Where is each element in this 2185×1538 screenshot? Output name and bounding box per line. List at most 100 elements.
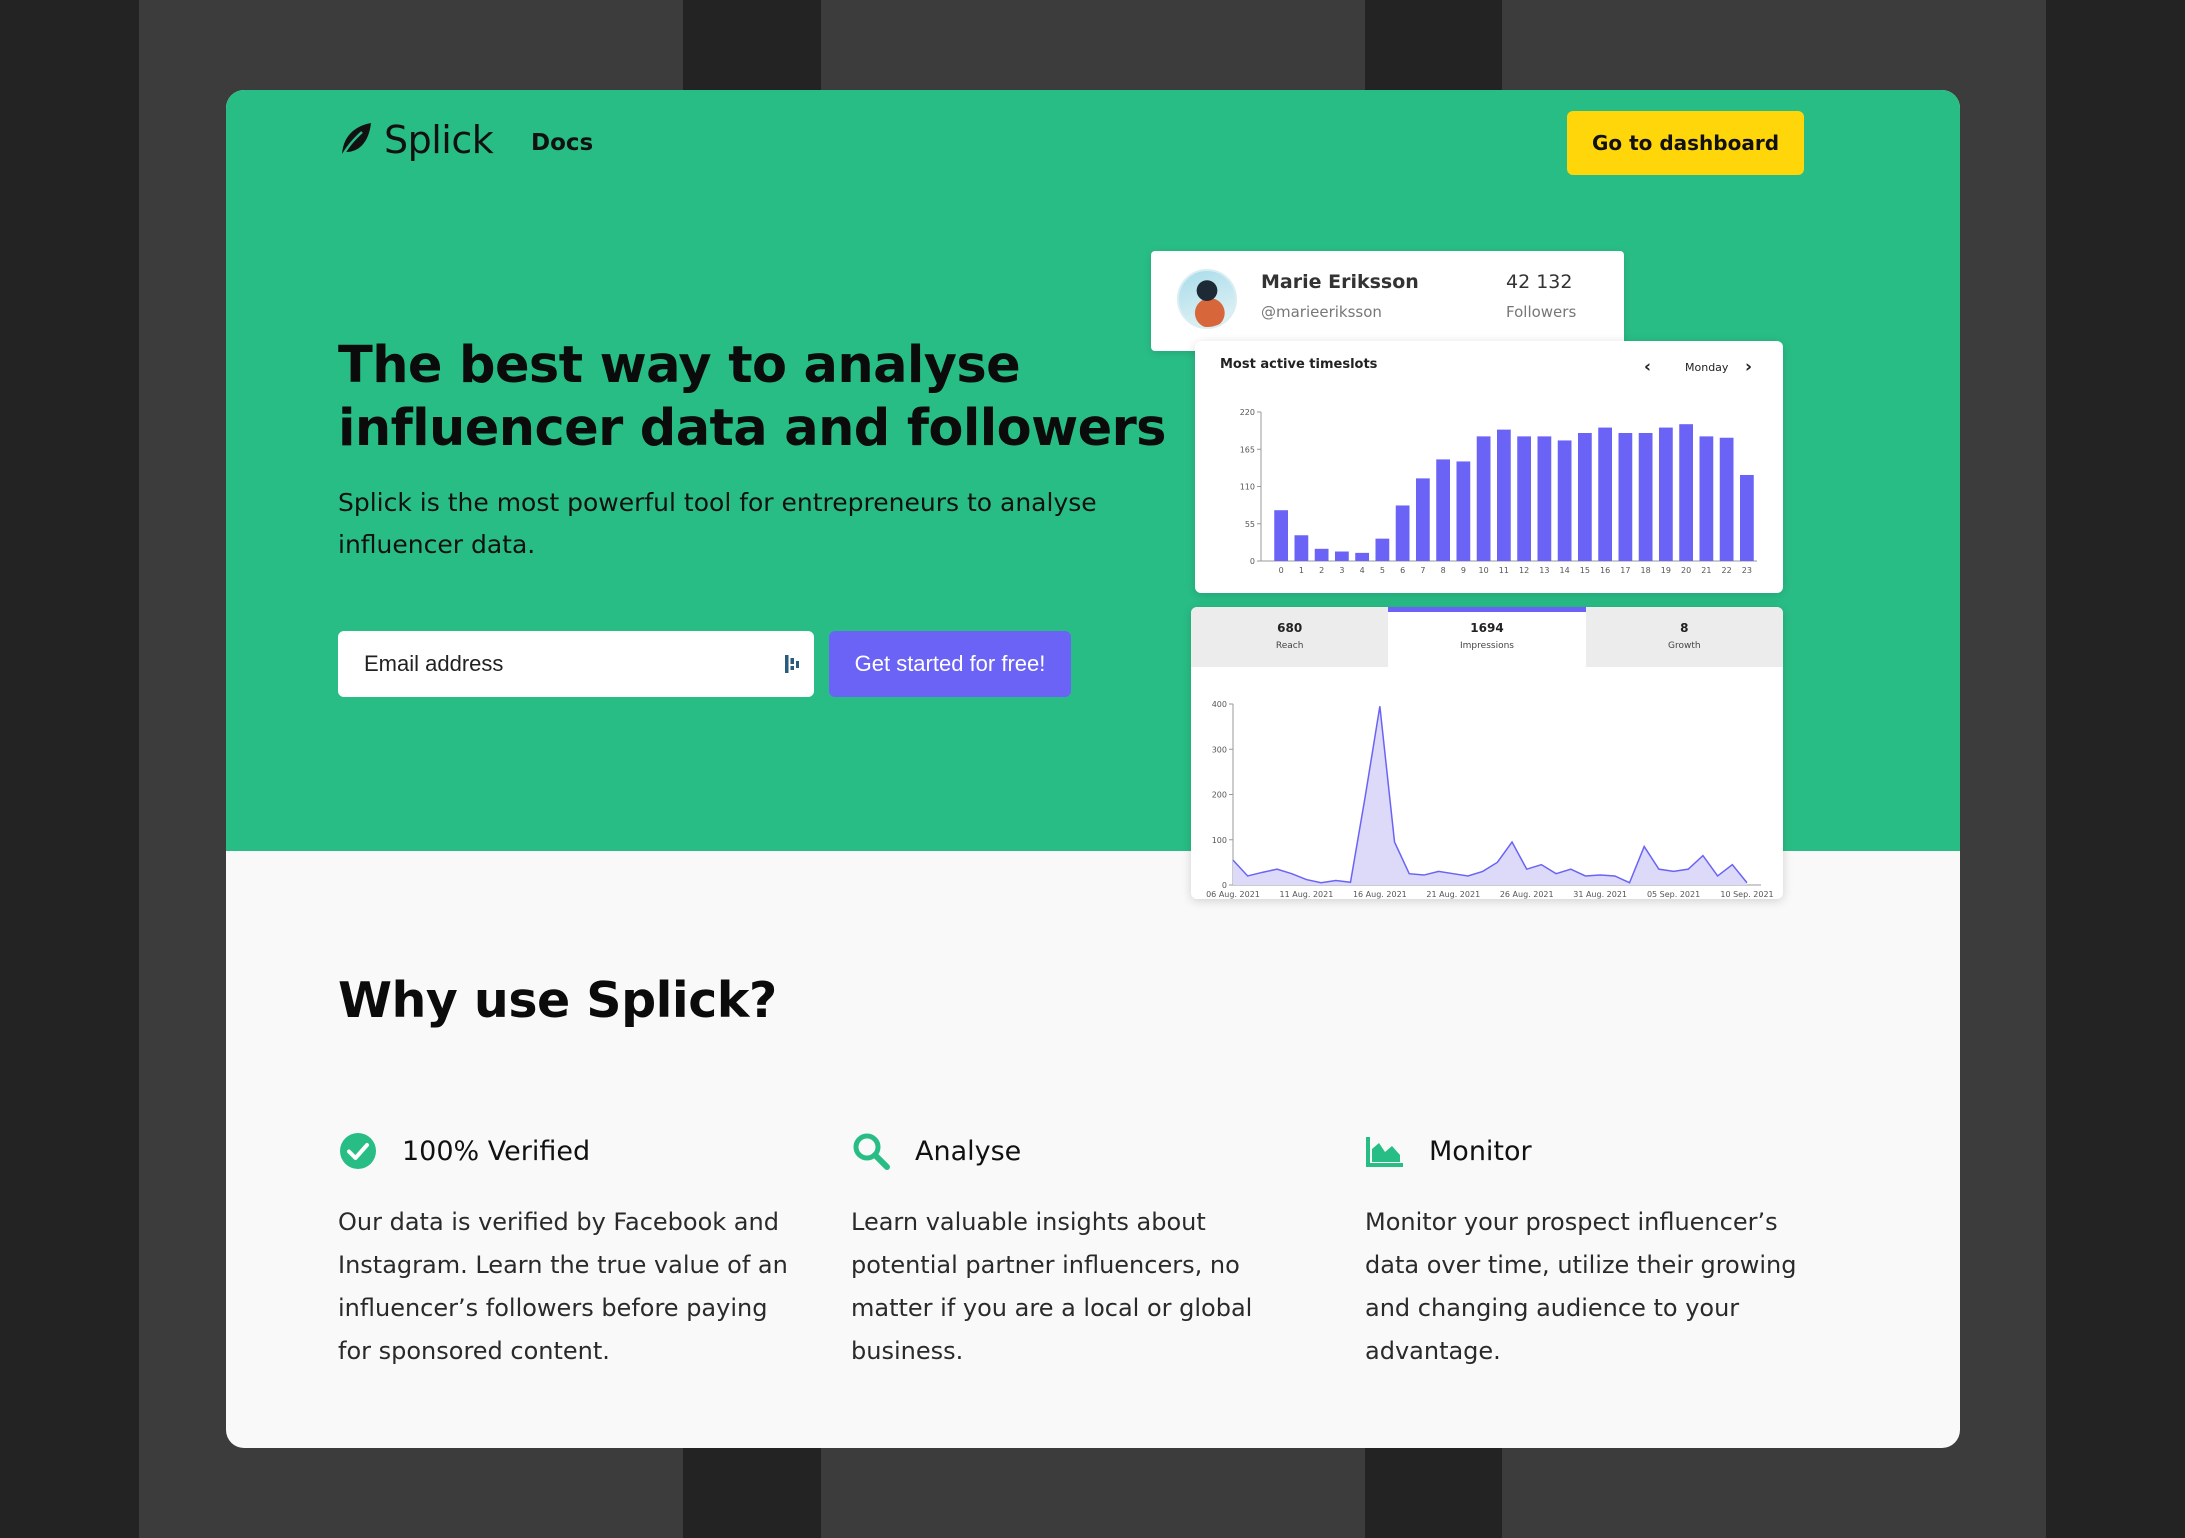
x-tick-label: 1 [1299, 566, 1304, 575]
nav-docs-link[interactable]: Docs [531, 130, 593, 156]
x-tick-label: 22 [1722, 566, 1732, 575]
y-tick-label: 400 [1212, 700, 1227, 709]
bar [1436, 459, 1451, 561]
feature-title: Monitor [1429, 1135, 1532, 1167]
bar [1294, 535, 1309, 561]
check-circle-icon [340, 1133, 376, 1169]
x-tick-label: 21 [1701, 566, 1711, 575]
x-tick-label: 3 [1339, 566, 1344, 575]
x-tick-label: 31 Aug. 2021 [1573, 890, 1627, 899]
chevron-left-icon[interactable]: ‹ [1644, 357, 1651, 377]
x-tick-label: 4 [1360, 566, 1365, 575]
x-tick-label: 6 [1400, 566, 1405, 575]
impressions-line [1232, 706, 1748, 884]
bar [1658, 427, 1673, 561]
bar [1517, 436, 1532, 561]
bar [1334, 551, 1349, 561]
y-tick-label: 300 [1212, 745, 1227, 754]
bar [1496, 429, 1511, 561]
bar [1557, 440, 1572, 561]
x-tick-label: 11 [1499, 566, 1509, 575]
avatar [1177, 269, 1237, 329]
search-icon [853, 1133, 890, 1170]
x-tick-label: 16 [1600, 566, 1610, 575]
x-tick-label: 19 [1661, 566, 1671, 575]
y-tick-label: 55 [1245, 520, 1255, 529]
get-started-button[interactable]: Get started for free! [829, 631, 1071, 697]
x-tick-label: 16 Aug. 2021 [1353, 890, 1407, 899]
x-tick-label: 26 Aug. 2021 [1500, 890, 1554, 899]
x-tick-label: 11 Aug. 2021 [1280, 890, 1334, 899]
leaf-icon [338, 123, 371, 161]
chevron-right-icon[interactable]: › [1745, 357, 1752, 377]
feature-description: Monitor your prospect influencer’s data … [1365, 1208, 1797, 1365]
feature-description: Learn valuable insights about potential … [851, 1208, 1253, 1365]
x-tick-label: 10 Sep. 2021 [1720, 890, 1773, 899]
email-input[interactable] [338, 631, 758, 697]
x-tick-label: 20 [1681, 566, 1691, 575]
feature-title: 100% Verified [402, 1135, 591, 1167]
x-tick-label: 2 [1319, 566, 1324, 575]
x-tick-label: 18 [1641, 566, 1651, 575]
profile-name: Marie Eriksson [1261, 271, 1419, 293]
x-tick-label: 14 [1560, 566, 1570, 575]
feature-description: Our data is verified by Facebook and Ins… [338, 1208, 788, 1365]
bar [1395, 505, 1410, 561]
brand-name: Splick [384, 118, 494, 162]
bar [1699, 436, 1714, 561]
bar [1456, 461, 1471, 561]
bar [1679, 424, 1694, 561]
bar [1739, 474, 1754, 561]
bar [1375, 538, 1390, 561]
metrics-chart-card: 680 Reach 1694 Impressions 8 Growth 0 100… [1191, 607, 1783, 899]
feature-verified: 100% Verified Our data is verified by Fa… [338, 1129, 798, 1373]
bar [1415, 478, 1430, 561]
why-section-title: Why use Splick? [338, 972, 777, 1029]
password-manager-icon[interactable] [784, 653, 800, 675]
profile-card: Marie Eriksson @marieeriksson 42 132 Fol… [1151, 251, 1624, 351]
brand-logo[interactable]: Splick [338, 118, 494, 162]
x-tick-label: 5 [1380, 566, 1385, 575]
bar [1355, 552, 1370, 561]
bar [1719, 437, 1734, 561]
bar [1274, 510, 1289, 561]
x-tick-label: 12 [1519, 566, 1529, 575]
y-tick-label: 100 [1212, 836, 1227, 845]
y-tick-label: 220 [1240, 408, 1255, 417]
x-tick-label: 7 [1420, 566, 1425, 575]
x-tick-label: 21 Aug. 2021 [1426, 890, 1480, 899]
x-tick-label: 10 [1479, 566, 1489, 575]
x-tick-label: 23 [1742, 566, 1752, 575]
timeslots-chart-card: 0 55 110 165 220 0 1 2 3 4 5 6 7 8 9 10 11 12 13 14 15 16 17 18… [1195, 341, 1783, 593]
x-tick-label: 06 Aug. 2021 [1206, 890, 1260, 899]
hero-headline: The best way to analyse influencer data … [338, 336, 1166, 458]
y-tick-label: 0 [1250, 557, 1255, 566]
followers-label: Followers [1506, 303, 1577, 321]
area-chart-icon [1366, 1137, 1403, 1167]
day-selector: Monday [1685, 361, 1729, 374]
profile-handle: @marieeriksson [1261, 303, 1382, 321]
bar [1314, 548, 1329, 561]
page-card: Splick Docs Go to dashboard The best way… [226, 90, 1960, 1448]
feature-title: Analyse [915, 1135, 1022, 1167]
x-tick-label: 17 [1620, 566, 1630, 575]
bar [1598, 427, 1613, 561]
x-tick-label: 05 Sep. 2021 [1647, 890, 1700, 899]
y-tick-label: 165 [1240, 445, 1255, 454]
go-to-dashboard-button[interactable]: Go to dashboard [1567, 111, 1804, 175]
impressions-area-chart: 0 100 200 300 400 06 Aug. 2021 11 Aug. 2021 16 … [1206, 700, 1774, 899]
x-tick-label: 0 [1279, 566, 1284, 575]
x-tick-label: 13 [1539, 566, 1549, 575]
feature-monitor: Monitor Monitor your prospect influencer… [1365, 1129, 1825, 1373]
impressions-area [1233, 706, 1747, 885]
email-field-wrapper [338, 631, 814, 697]
bar [1476, 436, 1491, 561]
y-tick-label: 110 [1240, 483, 1255, 492]
x-tick-label: 15 [1580, 566, 1590, 575]
feature-analyse: Analyse Learn valuable insights about po… [851, 1129, 1311, 1373]
bar [1577, 432, 1592, 561]
bar [1638, 432, 1653, 561]
followers-count: 42 132 [1506, 271, 1573, 293]
hero-subline: Splick is the most powerful tool for ent… [338, 488, 1097, 559]
y-tick-label: 200 [1212, 791, 1227, 800]
